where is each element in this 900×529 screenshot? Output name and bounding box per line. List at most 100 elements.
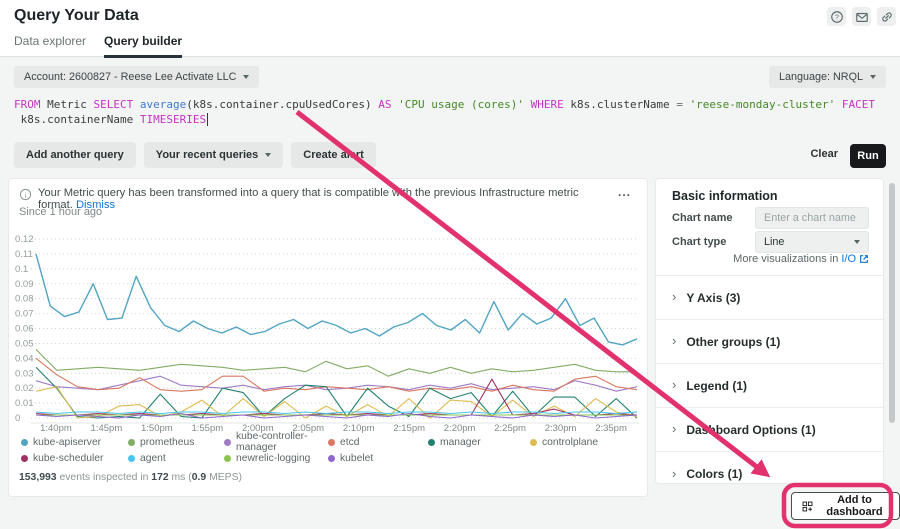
query-token: AS (378, 98, 398, 111)
nrql-query-editor[interactable]: FROM Metric SELECT average(k8s.container… (14, 97, 890, 127)
chevron-right-icon: › (672, 466, 676, 481)
io-link[interactable]: I/O (841, 253, 856, 265)
legend-label: manager (440, 437, 481, 448)
legend-item-agent[interactable]: agent (128, 451, 224, 465)
chevron-right-icon: › (672, 289, 676, 304)
query-stats-segment: 153,993 (19, 472, 57, 483)
series-line-kube-controller-manager (36, 376, 637, 391)
legend-dot (530, 439, 537, 446)
y-axis-tick: 0.1 (15, 264, 28, 275)
legend-label: newrelic-logging (236, 453, 310, 464)
run-button[interactable]: Run (850, 144, 886, 168)
x-axis-tick: 1:55pm (191, 423, 223, 433)
chart-type-value: Line (764, 236, 784, 248)
query-stats-segment: events inspected in (57, 472, 152, 483)
chevron-down-icon (870, 75, 876, 79)
section-dashboard-options-1[interactable]: › Dashboard Options (1) (656, 408, 883, 452)
create-alert-button[interactable]: Create alert (291, 142, 376, 168)
section-other-groups-1[interactable]: ›Other groups (1) (656, 320, 883, 364)
x-axis-tick: 2:25pm (494, 423, 526, 433)
tab-data-explorer[interactable]: Data explorer (14, 34, 86, 58)
text-cursor (207, 113, 208, 126)
more-visualizations: More visualizations in I/O (733, 253, 869, 265)
account-picker[interactable]: Account: 2600827 - Reese Lee Activate LL… (14, 66, 259, 88)
add-dashboard-icon (802, 499, 813, 514)
recent-queries-button[interactable]: Your recent queries (144, 142, 284, 168)
clear-button[interactable]: Clear (810, 148, 838, 160)
query-token: (k8s.container.cpuUsedCores) (186, 98, 378, 111)
query-token: SELECT (93, 98, 139, 111)
legend-item-prometheus[interactable]: prometheus (128, 435, 224, 449)
page-scrollbar[interactable] (889, 183, 895, 423)
timeseries-chart[interactable]: 00.010.020.030.040.050.060.070.080.090.1… (9, 219, 647, 433)
page-title: Query Your Data (14, 7, 139, 25)
legend-item-etcd[interactable]: etcd (328, 435, 428, 449)
query-stats-segment: 0.9 (192, 472, 206, 483)
external-link-icon (859, 254, 869, 264)
y-axis-tick: 0 (15, 413, 20, 424)
recent-queries-label: Your recent queries (156, 149, 259, 161)
account-picker-label: Account: 2600827 - Reese Lee Activate LL… (24, 71, 236, 83)
header-icon-group: ? (827, 7, 896, 26)
query-stats-segment: ms (169, 472, 189, 483)
notice-text: Your Metric query has been transformed i… (38, 187, 599, 211)
chart-name-input[interactable] (755, 207, 869, 229)
x-axis-tick: 1:50pm (141, 423, 173, 433)
legend-item-newrelic-logging[interactable]: newrelic-logging (224, 451, 328, 465)
chart-legend: kube-apiserver prometheus kube-controller-… (21, 435, 639, 465)
add-another-query-button[interactable]: Add another query (14, 142, 136, 168)
legend-label: prometheus (140, 437, 194, 448)
legend-dot (328, 455, 335, 462)
legend-item-controlplane[interactable]: controlplane (530, 435, 639, 449)
link-icon[interactable] (877, 7, 896, 26)
query-token: WHERE (531, 98, 571, 111)
x-axis-tick: 1:45pm (91, 423, 123, 433)
tab-query-builder[interactable]: Query builder (104, 34, 182, 58)
options-sections: ›Y Axis (3)›Other groups (1)›Legend (1)›… (656, 276, 883, 496)
y-axis-tick: 0.05 (15, 338, 34, 349)
query-stats-segment: MEPS) (206, 472, 242, 483)
chart-type-select[interactable]: Line (755, 231, 869, 253)
section-label: Legend (1) (686, 379, 747, 393)
email-icon[interactable] (852, 7, 871, 26)
help-icon[interactable]: ? (827, 7, 846, 26)
chart-type-label: Chart type (672, 236, 726, 248)
section-colors-1[interactable]: ›Colors (1) (656, 452, 883, 496)
add-to-dashboard-button[interactable]: Add to dashboard (791, 492, 900, 520)
legend-item-kubelet[interactable]: kubelet (328, 451, 428, 465)
chart-options-panel: Basic information Chart name Chart type … (655, 178, 884, 484)
chevron-right-icon: › (672, 421, 676, 436)
query-token: TIMESERIES (140, 113, 206, 126)
y-axis-tick: 0.12 (15, 234, 34, 245)
language-picker-label: Language: NRQL (779, 71, 863, 83)
legend-item-kube-apiserver[interactable]: kube-apiserver (21, 435, 128, 449)
language-picker[interactable]: Language: NRQL (769, 66, 886, 88)
tab-bar: Data explorer Query builder (14, 34, 182, 58)
legend-label: kube-apiserver (33, 437, 101, 448)
page-header: Query Your Data ? Data explorer Query bu… (0, 0, 900, 57)
chevron-down-icon (854, 240, 860, 244)
time-range-label: Since 1 hour ago (19, 206, 102, 218)
more-options-button[interactable]: ... (618, 185, 631, 199)
section-legend-1[interactable]: ›Legend (1) (656, 364, 883, 408)
add-to-dashboard-label: Add to dashboard (820, 494, 889, 518)
x-axis-tick: 2:20pm (444, 423, 476, 433)
x-axis-tick: 2:30pm (545, 423, 577, 433)
section-y-axis-3[interactable]: ›Y Axis (3) (656, 276, 883, 320)
legend-label: kube-controller-manager (236, 431, 328, 453)
section-label: Dashboard Options (1) (686, 423, 815, 437)
chart-panel: i Your Metric query has been transformed… (8, 178, 648, 497)
query-token: = (676, 98, 689, 111)
section-label: Other groups (1) (686, 335, 780, 349)
query-token: 'reese-monday-cluster' (690, 98, 842, 111)
legend-item-kube-controller-manager[interactable]: kube-controller-manager (224, 435, 328, 449)
legend-item-manager[interactable]: manager (428, 435, 530, 449)
legend-dot (128, 439, 135, 446)
query-token: FROM (14, 98, 47, 111)
y-axis-tick: 0.03 (15, 368, 34, 379)
query-token: k8s.containerName (14, 113, 140, 126)
chevron-down-icon (265, 153, 271, 157)
legend-dot (128, 455, 135, 462)
legend-item-kube-scheduler[interactable]: kube-scheduler (21, 451, 128, 465)
transform-notice: i Your Metric query has been transformed… (19, 187, 599, 211)
